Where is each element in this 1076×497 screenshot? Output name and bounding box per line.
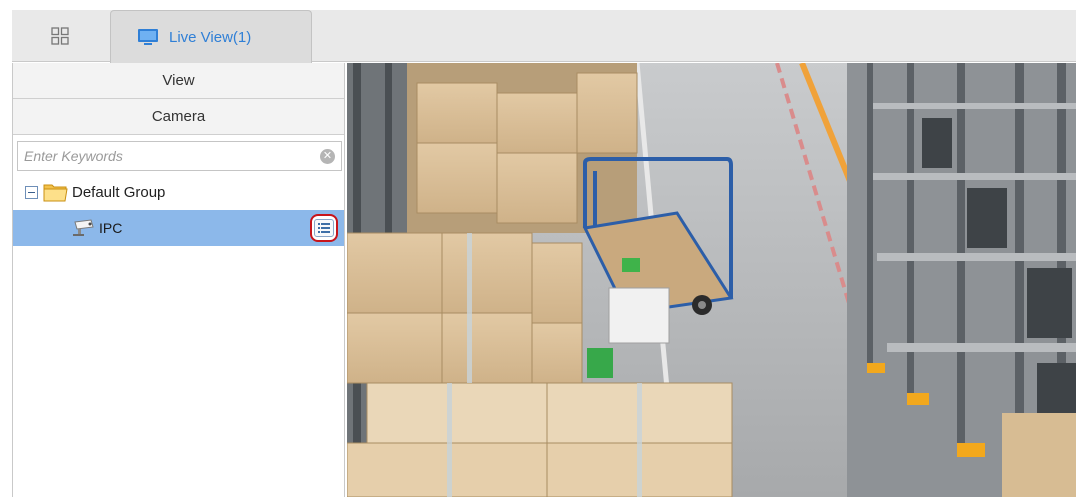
collapse-icon[interactable] <box>25 185 38 199</box>
device-menu-button[interactable] <box>310 214 338 242</box>
left-panel: View Camera ✕ Default Group IPC <box>12 63 345 497</box>
grid-icon <box>51 27 69 45</box>
video-frame <box>347 63 1076 497</box>
tree-item-ipc[interactable]: IPC <box>13 210 344 246</box>
tree-group-label: Default Group <box>72 183 166 201</box>
folder-icon <box>43 184 68 202</box>
list-icon <box>314 219 334 237</box>
search-box: ✕ <box>17 141 342 171</box>
view-panel-header[interactable]: View <box>13 63 344 99</box>
camera-panel-header[interactable]: Camera <box>13 99 344 135</box>
live-video-window[interactable] <box>347 63 1076 497</box>
tab-live-view[interactable]: Live View(1) <box>110 10 312 63</box>
tree-group-default[interactable]: Default Group <box>13 175 344 209</box>
monitor-icon <box>138 29 158 45</box>
camera-icon <box>73 219 94 236</box>
tab-home[interactable] <box>12 10 108 62</box>
tab-live-view-label: Live View(1) <box>169 28 252 46</box>
tab-bar: Live View(1) <box>0 0 1076 64</box>
search-input[interactable] <box>18 142 341 170</box>
tree-item-label: IPC <box>99 220 123 236</box>
clear-icon[interactable]: ✕ <box>320 149 335 164</box>
